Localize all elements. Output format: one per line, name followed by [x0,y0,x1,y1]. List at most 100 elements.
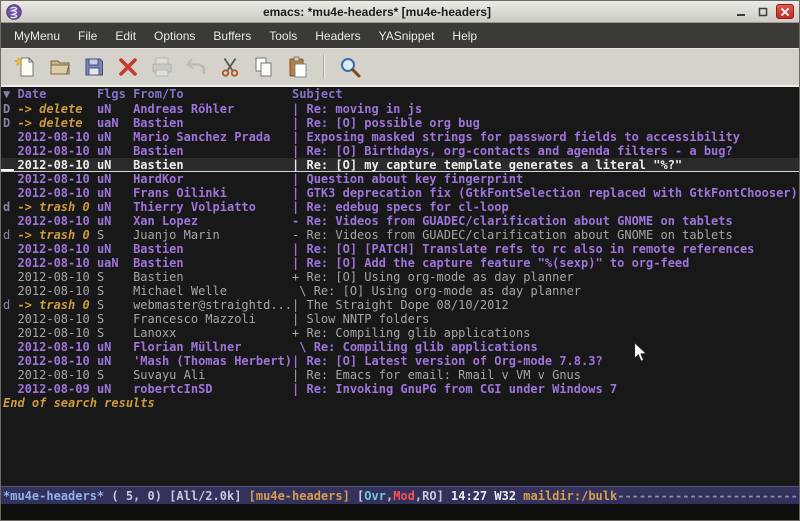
message-row[interactable]: d -> trash 0 S webmaster@straightd...| T… [1,298,799,312]
print-icon [147,52,177,82]
message-row[interactable]: 2012-08-10 uN HardKor | Question about k… [1,172,799,186]
menu-yasnippet[interactable]: YASnippet [370,23,444,48]
message-row[interactable]: 2012-08-10 uN Florian Müllner \ Re: Comp… [1,340,799,354]
message-row[interactable]: 2012-08-10 uN Bastien | Re: [O] Birthday… [1,144,799,158]
thread-indicator: | [292,256,306,270]
mark-indicator: D [3,116,17,130]
open-file-icon[interactable] [45,52,75,82]
message-subject: Question about key fingerprint [306,172,523,186]
toolbar-separator [323,55,325,79]
menu-options[interactable]: Options [145,23,204,48]
modeline-segment: W32 [494,489,523,503]
message-date: 2012-08-10 [17,130,96,144]
thread-indicator: | [292,130,306,144]
message-date: 2012-08-10 [17,312,96,326]
modeline-segment: [mu4e-headers] [249,489,357,503]
message-row[interactable]: 2012-08-10 uN Mario Sanchez Prada | Expo… [1,130,799,144]
message-flags: uN [97,382,133,396]
thread-indicator: | [292,382,306,396]
thread-indicator: | [292,172,306,186]
message-subject: Re: edebug specs for cl-loop [306,200,508,214]
message-from: Thierry Volpiatto [133,200,292,214]
menu-tools[interactable]: Tools [260,23,306,48]
save-icon[interactable] [79,52,109,82]
message-subject: GTK3 deprecation fix (GtkFontSelection r… [306,186,797,200]
message-date: 2012-08-10 [17,172,96,186]
message-date: 2012-08-10 [17,354,96,368]
message-row[interactable]: 2012-08-10 uN Frans Oilinki | GTK3 depre… [1,186,799,200]
end-of-results: End of search results [1,396,799,410]
message-flags: uN [97,242,133,256]
message-date: 2012-08-10 [17,284,96,298]
message-row[interactable]: 2012-08-10 S Michael Welle \ Re: [O] Usi… [1,284,799,298]
menu-edit[interactable]: Edit [106,23,145,48]
thread-indicator: | [292,312,306,326]
copy-icon[interactable] [249,52,279,82]
message-row[interactable]: 2012-08-10 S Bastien + Re: [O] Using org… [1,270,799,284]
paste-icon[interactable] [283,52,313,82]
message-row[interactable]: D -> delete uN Andreas Röhler | Re: movi… [1,102,799,116]
message-date: 2012-08-10 [17,326,96,340]
mark-indicator [3,242,17,256]
mark-indicator [3,186,17,200]
message-from: Bastien [133,116,292,130]
message-row[interactable]: 2012-08-10 S Francesco Mazzoli | Slow NN… [1,312,799,326]
message-flags: S [97,326,133,340]
buffer-area: ▼ Date Flgs From/To Subject D -> delete … [1,86,799,520]
sort-direction-icon: ▼ [3,87,17,101]
mark-indicator: d [3,228,17,242]
modeline-segment: *mu4e-headers* [3,489,104,503]
message-from: Suvayu Ali [133,368,292,382]
message-row[interactable]: 2012-08-10 uN 'Mash (Thomas Herbert)| Re… [1,354,799,368]
message-date: -> delete [17,116,96,130]
mark-indicator [3,130,17,144]
message-row[interactable]: 2012-08-09 uN robertcInSD | Re: Invoking… [1,382,799,396]
menu-buffers[interactable]: Buffers [204,23,260,48]
toolbar [1,48,799,86]
message-row[interactable]: 2012-08-10 uN Xan Lopez - Re: Videos fro… [1,214,799,228]
message-date: 2012-08-10 [17,242,96,256]
close-buffer-icon[interactable] [113,52,143,82]
mark-indicator [3,270,17,284]
maximize-button[interactable] [754,4,772,19]
message-row[interactable]: D -> delete uaN Bastien | Re: [O] possib… [1,116,799,130]
search-icon[interactable] [335,52,365,82]
menu-headers[interactable]: Headers [306,23,369,48]
message-row[interactable]: 2012-08-10 uaN Bastien | Re: [O] Add the… [1,256,799,270]
message-subject: Slow NNTP folders [306,312,429,326]
message-date: -> trash 0 [17,228,96,242]
message-date: 2012-08-10 [17,340,96,354]
message-flags: uN [97,340,133,354]
menu-help[interactable]: Help [443,23,486,48]
menu-mymenu[interactable]: MyMenu [5,23,69,48]
message-row[interactable]: 2012-08-10 S Suvayu Ali | Re: Emacs for … [1,368,799,382]
thread-indicator: | [292,354,306,368]
thread-indicator: | [292,368,306,382]
menu-file[interactable]: File [69,23,106,48]
thread-indicator: | [292,116,306,130]
mark-indicator [3,284,17,298]
titlebar: emacs: *mu4e-headers* [mu4e-headers] [1,1,799,23]
close-button[interactable] [776,4,794,19]
mark-indicator [3,312,17,326]
new-file-icon[interactable] [11,52,41,82]
message-row[interactable]: 2012-08-10 S Lanoxx + Re: Compiling glib… [1,326,799,340]
echo-area[interactable] [1,504,799,520]
message-list: D -> delete uN Andreas Röhler | Re: movi… [1,102,799,396]
message-row[interactable]: 2012-08-10 uN Bastien | Re: [O] [PATCH] … [1,242,799,256]
message-date: 2012-08-10 [17,368,96,382]
thread-indicator: | [292,102,306,116]
minimize-button[interactable] [732,4,750,19]
message-subject: Re: [O] [PATCH] Translate refs to rc als… [306,242,754,256]
thread-indicator: | [292,158,306,172]
message-row[interactable]: 2012-08-10 uN Bastien | Re: [O] my captu… [1,158,799,172]
message-row[interactable]: d -> trash 0 S Juanjo Marin - Re: Videos… [1,228,799,242]
mark-indicator: D [3,102,17,116]
cut-icon[interactable] [215,52,245,82]
emacs-window: emacs: *mu4e-headers* [mu4e-headers] MyM… [0,0,800,521]
message-row[interactable]: d -> trash 0 uN Thierry Volpiatto | Re: … [1,200,799,214]
header-flags: Flgs [97,87,133,101]
mark-indicator [3,326,17,340]
message-from: Mario Sanchez Prada [133,130,292,144]
mark-indicator [3,214,17,228]
